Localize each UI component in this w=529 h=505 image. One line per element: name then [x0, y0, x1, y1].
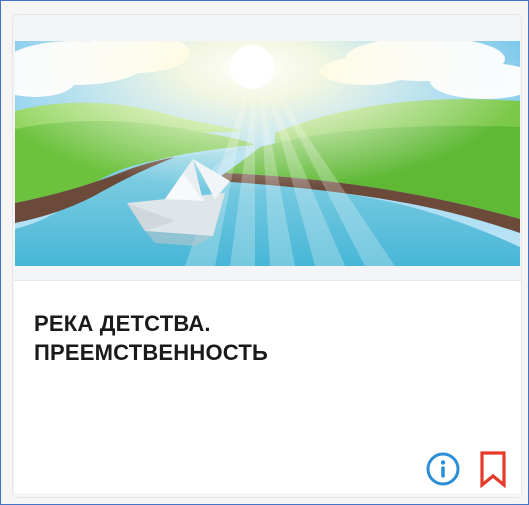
info-button[interactable]	[425, 449, 461, 489]
river-illustration	[15, 41, 520, 266]
bookmark-button[interactable]	[475, 449, 511, 489]
card-title[interactable]: РЕКА ДЕТСТВА. ПРЕЕМСТВЕННОСТЬ	[34, 309, 474, 367]
card-bottom-edge	[14, 493, 521, 497]
bookmark-icon	[480, 451, 506, 488]
card-illustration[interactable]	[15, 41, 520, 266]
card-body: РЕКА ДЕТСТВА. ПРЕЕМСТВЕННОСТЬ	[14, 280, 521, 495]
course-card[interactable]: РЕКА ДЕТСТВА. ПРЕЕМСТВЕННОСТЬ	[12, 14, 522, 498]
card-actions	[425, 449, 511, 489]
info-icon	[426, 452, 460, 486]
window-frame: РЕКА ДЕТСТВА. ПРЕЕМСТВЕННОСТЬ	[0, 0, 529, 505]
